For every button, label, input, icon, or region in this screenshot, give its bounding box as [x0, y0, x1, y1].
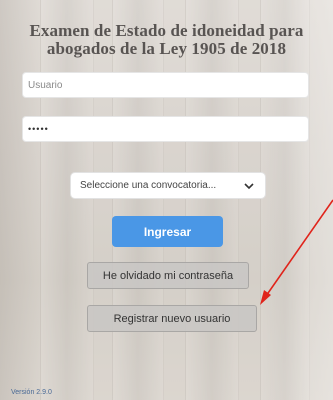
title-line-2: abogados de la Ley 1905 de 2018: [46, 39, 287, 58]
password-input[interactable]: [22, 116, 309, 142]
page-title: Examen de Estado de idoneidad para aboga…: [0, 22, 333, 58]
building-background: [0, 0, 333, 400]
convocatoria-selected-value: Seleccione una convocatoria...: [80, 180, 217, 191]
version-label: Versión 2.9.0: [11, 389, 52, 396]
title-line-1: Examen de Estado de idoneidad para: [29, 21, 304, 40]
chevron-down-icon: [244, 182, 254, 189]
convocatoria-select[interactable]: Seleccione una convocatoria...: [70, 172, 266, 199]
forgot-password-button[interactable]: He olvidado mi contraseña: [87, 262, 249, 289]
login-button[interactable]: Ingresar: [112, 216, 223, 247]
register-user-button[interactable]: Registrar nuevo usuario: [87, 305, 257, 332]
username-input[interactable]: [22, 72, 309, 98]
